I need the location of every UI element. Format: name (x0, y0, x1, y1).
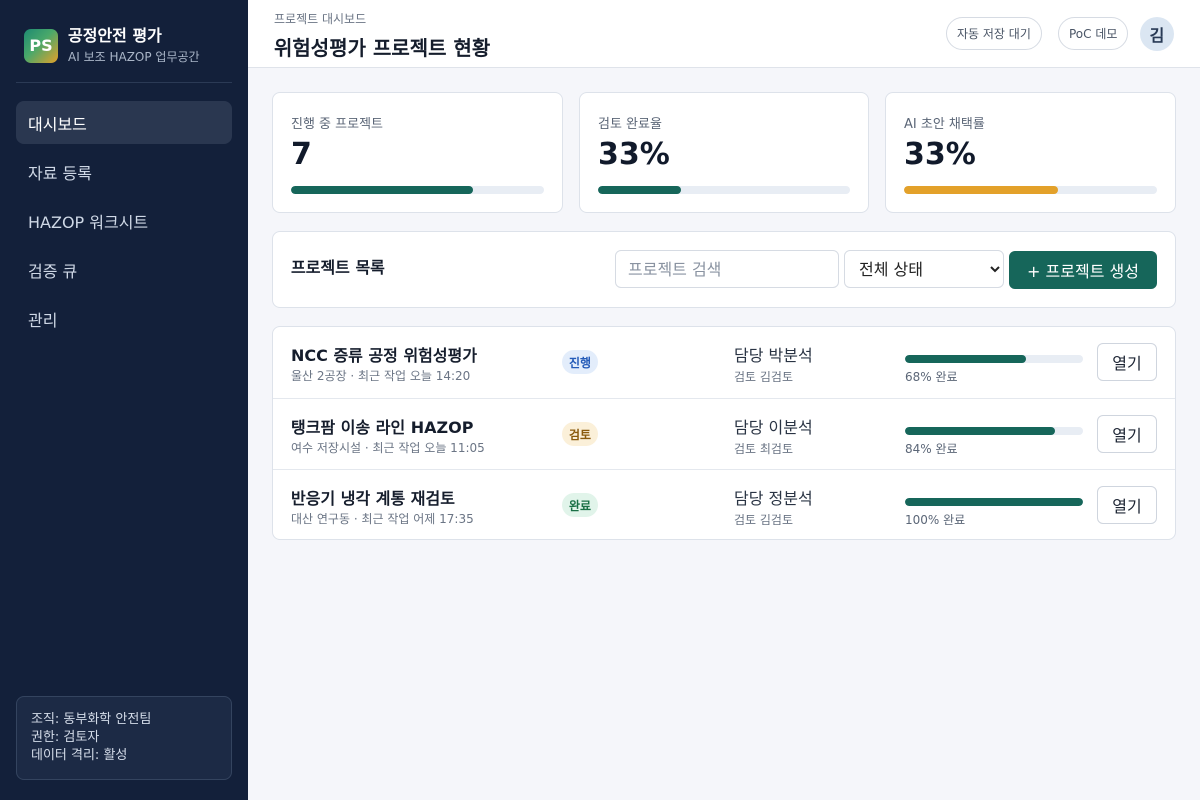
row-progress-fill (905, 355, 1027, 363)
stat-progress-track (598, 186, 850, 194)
row-progress-track (905, 355, 1083, 363)
avatar[interactable]: 김 (1140, 17, 1174, 51)
app-logo: PS (24, 28, 58, 63)
org-name: 조직: 동부화학 안전팀 (31, 712, 152, 727)
status-badge: 검토 (562, 422, 599, 446)
stat-progress-track (291, 186, 544, 194)
row-progress-label: 100% 완료 (905, 513, 966, 527)
create-project-button[interactable]: + 프로젝트 생성 (1009, 251, 1157, 289)
stat-progress-track (904, 186, 1157, 194)
sidebar-item-dashboard[interactable]: 대시보드 (16, 101, 232, 144)
poc-demo-pill[interactable]: PoC 데모 (1058, 17, 1129, 50)
row-progress-fill (905, 498, 1083, 506)
project-reviewer: 검토 김검토 (734, 370, 794, 384)
stat-progress-fill (291, 186, 474, 194)
data-isolation-status: 데이터 격리: 활성 (31, 748, 128, 763)
project-list-toolbar: 프로젝트 목록 전체 상태 + 프로젝트 생성 (272, 231, 1176, 308)
brand: PS 공정안전 평가 AI 보조 HAZOP 업무공간 (24, 26, 200, 65)
org-info-panel: 조직: 동부화학 안전팀 권한: 검토자 데이터 격리: 활성 (16, 696, 232, 780)
top-bar: 프로젝트 대시보드 위험성평가 프로젝트 현황 자동 저장 대기 PoC 데모 … (248, 0, 1200, 68)
project-meta: 울산 2공장 · 최근 작업 오늘 14:20 (291, 369, 471, 383)
sidebar-nav: 대시보드 자료 등록 HAZOP 워크시트 검증 큐 관리 (16, 101, 232, 346)
page-title: 위험성평가 프로젝트 현황 (274, 36, 491, 60)
project-owner: 담당 박분석 (734, 346, 813, 365)
sidebar-item-data-registration[interactable]: 자료 등록 (16, 150, 232, 193)
project-meta: 대산 연구동 · 최근 작업 어제 17:35 (291, 512, 474, 526)
row-progress-track (905, 498, 1083, 506)
project-name: NCC 증류 공정 위험성평가 (291, 346, 478, 365)
sidebar-item-hazop-worksheet[interactable]: HAZOP 워크시트 (16, 199, 232, 242)
user-role: 권한: 검토자 (31, 730, 100, 745)
brand-title: 공정안전 평가 (68, 26, 162, 45)
stat-label: 진행 중 프로젝트 (291, 117, 383, 132)
open-project-button[interactable]: 열기 (1097, 415, 1157, 453)
row-progress-label: 84% 완료 (905, 442, 958, 456)
open-project-button[interactable]: 열기 (1097, 343, 1157, 381)
project-owner: 담당 이분석 (734, 418, 813, 437)
brand-subtitle: AI 보조 HAZOP 업무공간 (68, 50, 200, 64)
row-progress-track (905, 427, 1083, 435)
project-list-title: 프로젝트 목록 (291, 258, 385, 277)
table-row: 반응기 냉각 계통 재검토 대산 연구동 · 최근 작업 어제 17:35 완료… (273, 469, 1175, 539)
stat-card-active-projects: 진행 중 프로젝트 7 (272, 92, 563, 213)
stat-value: 33% (598, 137, 670, 172)
stat-progress-fill (598, 186, 682, 194)
stat-progress-fill (904, 186, 1059, 194)
project-search-input[interactable] (615, 250, 839, 288)
sidebar-item-verification-queue[interactable]: 검증 큐 (16, 248, 232, 291)
stat-card-ai-adoption: AI 초안 채택률 33% (885, 92, 1176, 213)
stat-label: AI 초안 채택률 (904, 117, 985, 132)
project-meta: 여수 저장시설 · 최근 작업 오늘 11:05 (291, 441, 485, 455)
breadcrumb: 프로젝트 대시보드 (274, 12, 367, 26)
stat-card-review-completion: 검토 완료율 33% (579, 92, 869, 213)
table-row: NCC 증류 공정 위험성평가 울산 2공장 · 최근 작업 오늘 14:20 … (273, 327, 1175, 398)
status-badge: 진행 (562, 350, 599, 374)
stat-value: 33% (904, 137, 976, 172)
project-name: 반응기 냉각 계통 재검토 (291, 489, 455, 508)
sidebar-divider (16, 82, 232, 83)
project-name: 탱크팜 이송 라인 HAZOP (291, 418, 474, 437)
project-owner: 담당 정분석 (734, 489, 813, 508)
row-progress-label: 68% 완료 (905, 370, 958, 384)
project-reviewer: 검토 최검토 (734, 442, 794, 456)
autosave-status-pill[interactable]: 자동 저장 대기 (946, 17, 1042, 50)
stat-label: 검토 완료율 (598, 117, 662, 132)
stat-value: 7 (291, 137, 312, 172)
status-badge: 완료 (562, 493, 599, 517)
table-row: 탱크팜 이송 라인 HAZOP 여수 저장시설 · 최근 작업 오늘 11:05… (273, 398, 1175, 469)
project-table: NCC 증류 공정 위험성평가 울산 2공장 · 최근 작업 오늘 14:20 … (272, 326, 1176, 540)
project-reviewer: 검토 김검토 (734, 513, 794, 527)
row-progress-fill (905, 427, 1055, 435)
status-filter-select[interactable]: 전체 상태 (844, 250, 1004, 288)
open-project-button[interactable]: 열기 (1097, 486, 1157, 524)
sidebar-item-admin[interactable]: 관리 (16, 297, 232, 340)
sidebar: PS 공정안전 평가 AI 보조 HAZOP 업무공간 대시보드 자료 등록 H… (0, 0, 248, 800)
